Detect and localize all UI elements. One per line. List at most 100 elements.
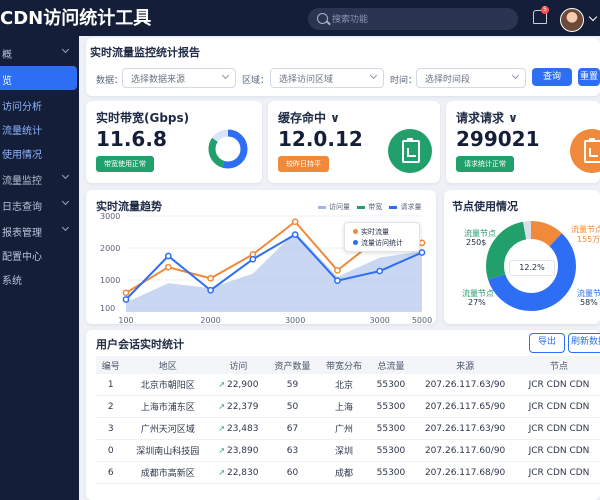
table-cell-link[interactable]: JCR CDN CDN — [518, 417, 600, 440]
table-cell: ↗ 22,379 — [210, 395, 267, 418]
kpi-card-bandwidth: 实时带宽(Gbps) 11.6.8 带宽使用正常 — [86, 101, 262, 183]
query-button[interactable]: 查询 — [532, 68, 572, 86]
sidebar-item-logs[interactable]: 日志查询 — [0, 192, 79, 216]
table-cell: 上海市浦东区 — [125, 395, 211, 418]
search-input[interactable]: 搜索功能 — [332, 12, 368, 25]
table-cell: 深圳南山科技园 — [125, 439, 211, 462]
column-header[interactable]: 资产数量 — [266, 356, 319, 374]
table-cell: 55300 — [369, 374, 413, 396]
sidebar-item-system[interactable]: 系统 — [0, 266, 79, 290]
time-select[interactable]: 选择时间段 — [416, 68, 526, 88]
kpi-value: 11.6.8 — [96, 127, 167, 151]
data-source-select[interactable]: 选择数据来源 — [122, 68, 236, 88]
data-point — [334, 267, 341, 274]
sidebar-item-config[interactable]: 配置中心 — [0, 242, 79, 266]
filter-label-time: 时间： — [390, 76, 418, 86]
sidebar-item-reports[interactable]: 报表管理 — [0, 218, 79, 242]
table-cell: 55300 — [369, 439, 413, 462]
region-select[interactable]: 选择访问区域 — [270, 68, 384, 88]
table-cell: 3 — [96, 417, 126, 440]
chevron-down-icon[interactable] — [588, 12, 598, 22]
table-cell-link[interactable]: JCR CDN CDN — [518, 439, 600, 462]
table-cell: ↗ 23,483 — [210, 417, 267, 440]
tooltip-line: 实时流量 — [361, 228, 389, 236]
table-cell-link[interactable]: JCR CDN CDN — [518, 461, 600, 484]
table-cell: 上海 — [318, 395, 370, 418]
sidebar-item-label: 系统 — [2, 276, 22, 287]
table-cell-value: 23,483 — [226, 423, 259, 434]
pie-value: 155万 — [577, 235, 600, 244]
pie-center-label: 12.2% — [509, 260, 555, 276]
sidebar-item-traffic[interactable]: 流量统计 — [0, 116, 79, 140]
data-point — [418, 249, 426, 256]
table-cell: 深圳 — [318, 439, 370, 462]
table-row[interactable]: 1 北京市朝阳区 ↗ 22,900 59 北京 55300 207.26.117.… — [96, 374, 600, 396]
table-cell: 55300 — [369, 395, 413, 418]
sidebar-item-label: 览 — [2, 76, 12, 87]
column-header[interactable]: 节点 — [518, 356, 600, 374]
sidebar-item-overview[interactable]: 概 — [0, 40, 79, 64]
table-row[interactable]: 6 成都市高新区 ↗ 22,830 60 成都 55300 207.26.117.… — [96, 461, 600, 484]
chevron-down-icon — [61, 197, 70, 206]
column-header[interactable]: 带宽分布 — [318, 356, 370, 374]
x-tick-label: 5000 — [412, 316, 432, 324]
data-point — [164, 263, 172, 271]
table-cell: 207.26.117.65/90 — [412, 395, 519, 418]
table-cell: 55300 — [369, 461, 413, 484]
data-point — [291, 218, 299, 226]
table-cell: 1 — [96, 374, 126, 396]
trend-up-icon: ↗ — [218, 467, 225, 477]
table-cell: 207.26.117.60/90 — [412, 439, 519, 462]
sidebar-item-usage[interactable]: 使用情况 — [0, 140, 79, 164]
table-cell-link[interactable]: JCR CDN CDN — [518, 374, 600, 396]
reset-button[interactable]: 重置 — [578, 68, 600, 86]
table-cell: 63 — [266, 439, 319, 462]
table-cell-value: 23,890 — [226, 445, 259, 456]
table-row[interactable]: 2 上海市浦东区 ↗ 22,379 50 上海 55300 207.26.117.… — [96, 395, 600, 418]
x-tick-label: 3000 — [285, 316, 305, 324]
chevron-down-icon — [61, 223, 70, 232]
sidebar-item-label: 日志查询 — [2, 202, 42, 213]
avatar[interactable] — [560, 8, 584, 32]
sidebar-item-access[interactable]: 访问分析 — [0, 92, 79, 116]
top-bar: CDN访问统计工具 搜索功能 5 — [0, 0, 600, 36]
search-box[interactable]: 搜索功能 — [308, 8, 518, 30]
table-cell-link[interactable]: JCR CDN CDN — [518, 395, 600, 418]
pie-value: 58% — [580, 298, 598, 307]
chart-tooltip: 实时流量 流量访问统计 — [344, 222, 420, 252]
column-header[interactable]: 访问 — [210, 356, 267, 374]
data-point — [207, 286, 214, 294]
tooltip-line: 流量访问统计 — [361, 239, 403, 247]
column-header[interactable]: 编号 — [96, 356, 126, 374]
column-header[interactable]: 总流量 — [369, 356, 413, 374]
dot-icon — [353, 229, 358, 234]
sidebar-item-label: 使用情况 — [2, 150, 42, 161]
y-tick-label: 2000 — [100, 244, 120, 253]
column-header[interactable]: 地区 — [125, 356, 211, 374]
data-point — [122, 289, 130, 297]
table-cell: 207.26.117.63/90 — [412, 374, 519, 396]
chevron-down-icon — [369, 71, 378, 80]
sidebar-item-label: 配置中心 — [2, 252, 42, 263]
table-row[interactable]: 3 广州天河区域 ↗ 23,483 67 广州 55300 207.26.117.… — [96, 417, 600, 440]
x-tick-label: 2000 — [200, 316, 220, 324]
kpi-card-cache: 缓存命中 ∨ 12.0.12 较昨日持平 — [268, 101, 440, 183]
clipboard-check-icon — [388, 129, 432, 173]
table-cell: 60 — [266, 461, 319, 484]
refresh-button[interactable]: 刷新数据 — [568, 333, 600, 353]
table-cell-value: 22,379 — [226, 401, 259, 412]
data-point — [122, 296, 130, 303]
table-row[interactable]: 0 深圳南山科技园 ↗ 23,890 63 深圳 55300 207.26.117… — [96, 439, 600, 462]
kpi-card-requests: 请求请求 ∨ 299021 请求统计正常 — [446, 101, 600, 183]
filter-label-region: 区域： — [242, 76, 270, 86]
sidebar-item-active[interactable]: 览 — [0, 66, 77, 90]
table-cell: 67 — [266, 417, 319, 440]
table-cell: 207.26.117.68/90 — [412, 461, 519, 484]
table-cell: ↗ 22,830 — [210, 461, 267, 484]
chevron-down-icon — [61, 171, 70, 180]
column-header[interactable]: 来源 — [412, 356, 519, 374]
export-button[interactable]: 导出 — [529, 333, 565, 353]
sidebar-item-monitor[interactable]: 流量监控 — [0, 166, 79, 190]
data-point — [164, 252, 172, 260]
table-cell: 0 — [96, 439, 126, 462]
